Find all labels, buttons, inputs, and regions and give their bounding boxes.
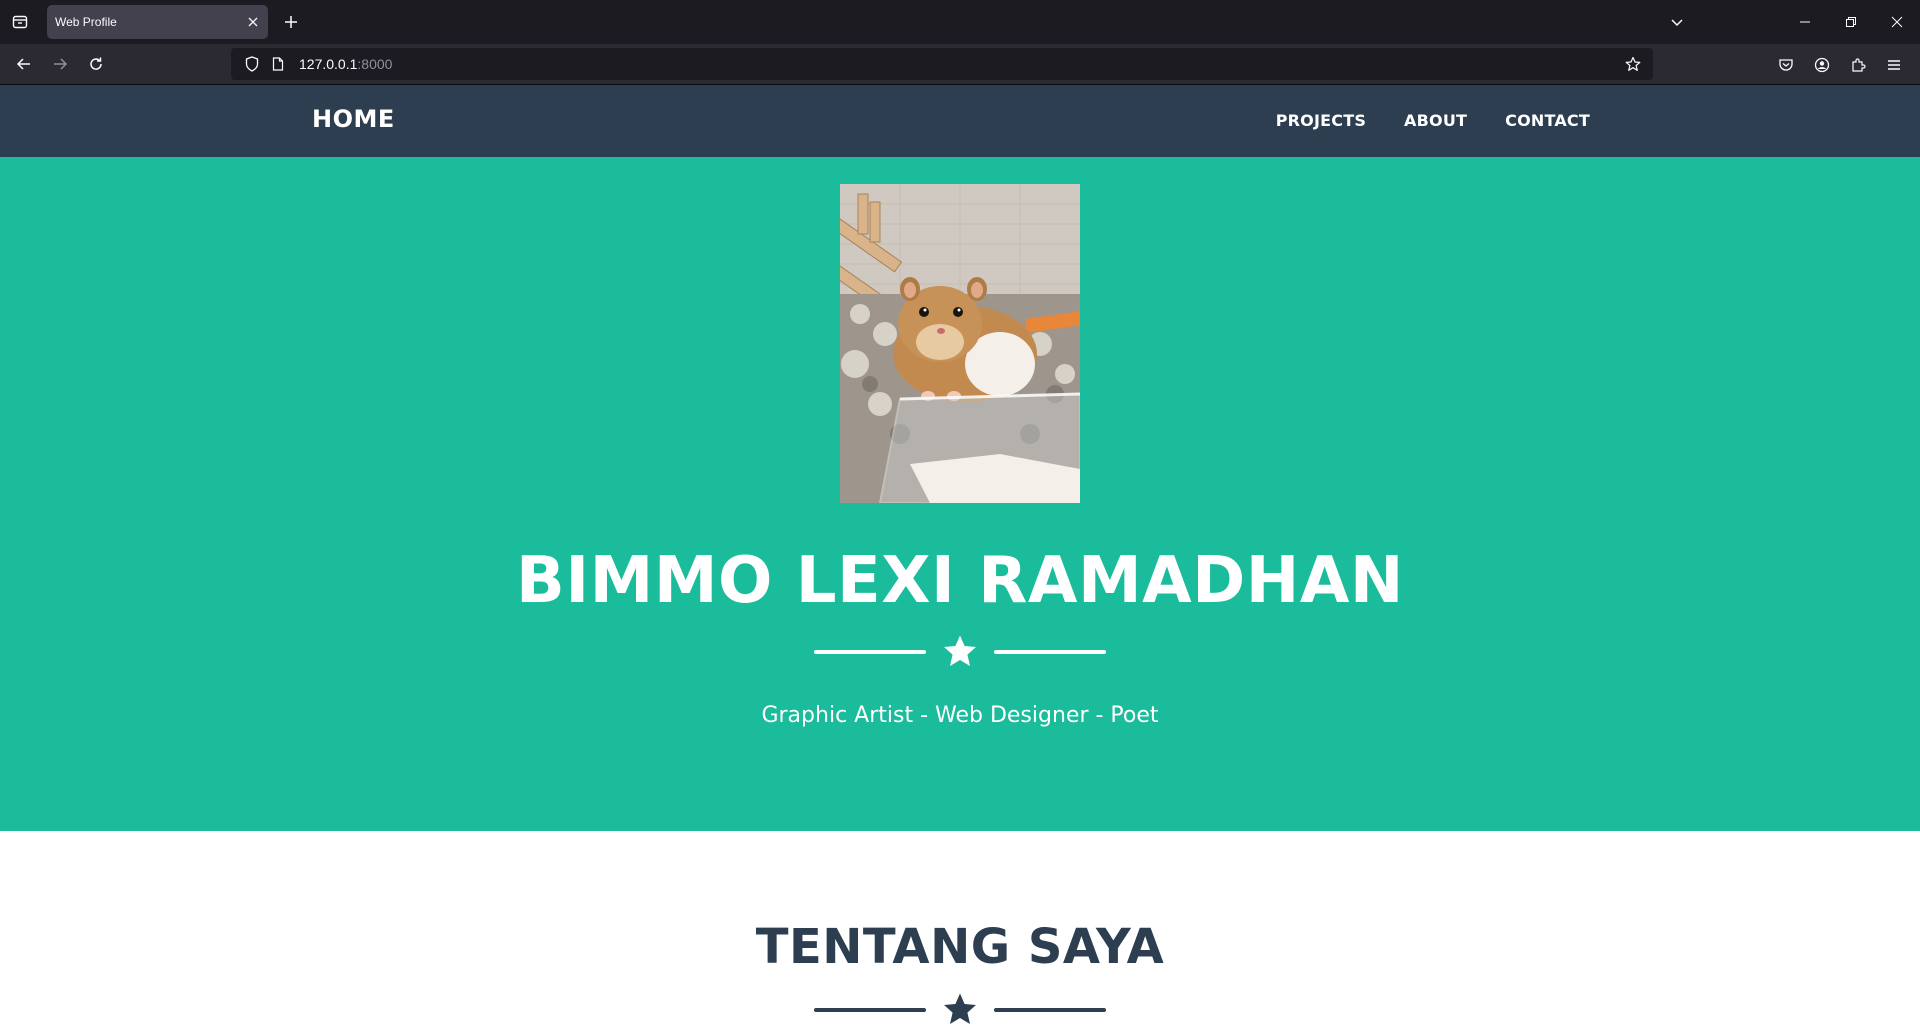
url-host: 127.0.0.1 <box>299 56 358 72</box>
shield-icon[interactable] <box>239 56 265 72</box>
divider-line <box>814 650 926 654</box>
puzzle-icon[interactable] <box>1840 47 1876 83</box>
browser-tab[interactable]: Web Profile <box>47 5 268 39</box>
home-brand-link[interactable]: HOME <box>312 105 395 133</box>
masthead: BIMMO LEXI RAMADHAN Graphic Artist - Web… <box>0 157 1920 831</box>
nav-links: PROJECTS ABOUT CONTACT <box>1238 111 1590 130</box>
url-port: :8000 <box>357 56 393 72</box>
back-arrow-icon[interactable] <box>6 46 42 82</box>
divider-line <box>994 1008 1106 1012</box>
about-section-title: TENTANG SAYA <box>755 919 1165 975</box>
nav-link-projects[interactable]: PROJECTS <box>1276 111 1366 130</box>
star-icon <box>942 634 978 670</box>
about-divider <box>814 990 1106 1030</box>
minimize-icon[interactable] <box>1782 0 1828 44</box>
hamster-photo <box>840 184 1080 503</box>
masthead-divider <box>814 632 1106 672</box>
account-icon[interactable] <box>1804 47 1840 83</box>
forward-arrow-icon[interactable] <box>42 46 78 82</box>
plus-icon[interactable] <box>276 7 306 37</box>
close-window-icon[interactable] <box>1874 0 1920 44</box>
divider-line <box>994 650 1106 654</box>
bookmark-star-icon[interactable] <box>1619 50 1647 78</box>
pocket-icon[interactable] <box>1768 47 1804 83</box>
nav-link-about[interactable]: ABOUT <box>1404 111 1467 130</box>
hamburger-menu-icon[interactable] <box>1876 47 1912 83</box>
url-bar[interactable]: 127.0.0.1:8000 <box>231 48 1653 80</box>
tab-title: Web Profile <box>55 15 117 29</box>
reload-icon[interactable] <box>78 46 114 82</box>
divider-line <box>814 1008 926 1012</box>
browser-toolbar: 127.0.0.1:8000 <box>0 44 1920 85</box>
site-navbar: HOME PROJECTS ABOUT CONTACT <box>0 85 1920 157</box>
restore-icon[interactable] <box>1828 0 1874 44</box>
close-tab-icon[interactable] <box>238 7 268 37</box>
star-icon <box>942 992 978 1028</box>
chevron-down-icon[interactable] <box>1654 0 1700 44</box>
masthead-title: BIMMO LEXI RAMADHAN <box>516 544 1404 618</box>
masthead-subtitle: Graphic Artist - Web Designer - Poet <box>761 703 1159 728</box>
tab-list-icon[interactable] <box>0 0 40 44</box>
url-text: 127.0.0.1:8000 <box>299 56 392 72</box>
browser-tab-bar: Web Profile <box>0 0 1920 44</box>
page-icon <box>265 57 291 71</box>
nav-link-contact[interactable]: CONTACT <box>1505 111 1590 130</box>
